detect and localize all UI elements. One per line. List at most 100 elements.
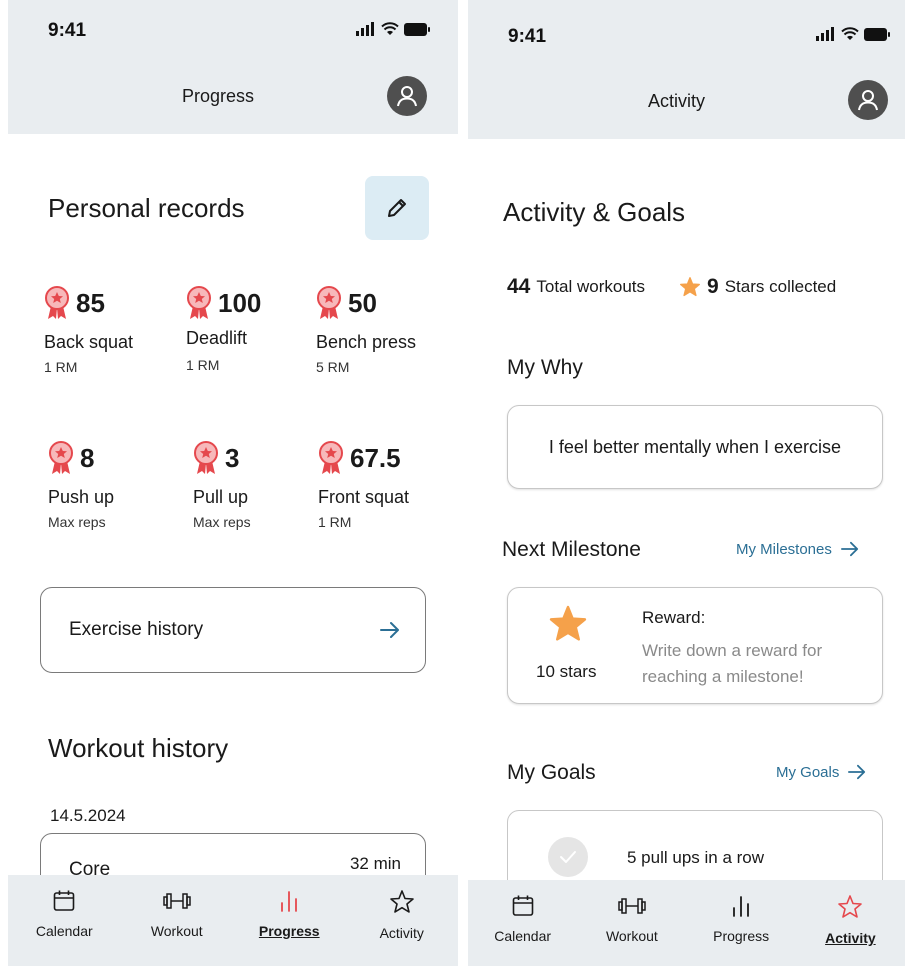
star-outline-icon: [389, 890, 414, 913]
status-time: 9:41: [48, 20, 87, 41]
activity-screen: 9:41 Activity Activity & Goals 44 Total …: [468, 0, 905, 966]
record-unit: Max reps: [48, 514, 106, 530]
battery-icon: [864, 27, 890, 41]
stats-row: 44 Total workouts 9 Stars collected: [507, 275, 905, 299]
nav-label: Activity: [379, 925, 424, 941]
record-deadlift: 100 Deadlift 1 RM: [186, 286, 326, 373]
page-title: Activity: [647, 91, 705, 111]
nav-progress[interactable]: Progress: [233, 875, 346, 966]
activity-goals-title: Activity & Goals: [503, 197, 686, 227]
my-milestones-link[interactable]: My Milestones: [736, 540, 860, 558]
record-name: Deadlift: [186, 328, 248, 348]
activity-header: 9:41 Activity: [468, 0, 905, 139]
nav-progress[interactable]: Progress: [687, 880, 796, 966]
dumbbell-icon: [618, 898, 646, 914]
battery-icon: [404, 22, 430, 36]
record-front-squat: 67.5 Front squat 1 RM: [318, 441, 458, 530]
award-ribbon-icon: [45, 286, 69, 319]
nav-label: Activity: [825, 930, 876, 946]
nav-activity[interactable]: Activity: [346, 875, 459, 966]
award-ribbon-icon: [317, 286, 341, 319]
record-back-squat: 85 Back squat 1 RM: [44, 286, 184, 375]
award-ribbon-icon: [187, 286, 211, 319]
record-value: 67.5: [350, 442, 401, 473]
stars-label: Stars collected: [724, 277, 837, 296]
goal-text: 5 pull ups in a row: [627, 848, 765, 867]
goal-checkbox[interactable]: [548, 837, 588, 877]
history-date: 14.5.2024: [50, 806, 126, 825]
milestone-card[interactable]: 10 stars Reward: Write down a reward for…: [507, 587, 883, 704]
calendar-icon: [53, 890, 75, 911]
arrow-right-icon: [848, 764, 866, 780]
my-goals-label: My Goals: [776, 763, 840, 781]
record-unit: 1 RM: [44, 359, 78, 375]
progress-screen: 9:41 Progress Personal records 85 Back s…: [8, 0, 458, 966]
nav-label: Workout: [605, 928, 658, 944]
my-goals-title: My Goals: [507, 761, 596, 784]
signal-icon: [356, 22, 374, 36]
nav-label: Progress: [713, 928, 770, 944]
personal-records-title: Personal records: [48, 193, 245, 223]
edit-records-button[interactable]: [365, 176, 429, 240]
my-why-text: I feel better mentally when I exercise: [548, 436, 842, 457]
star-filled-icon: [680, 277, 701, 297]
nav-workout[interactable]: Workout: [577, 880, 686, 966]
user-icon: [397, 86, 417, 107]
record-unit: 1 RM: [186, 357, 220, 373]
signal-icon: [816, 27, 834, 41]
stars-value: 9: [707, 275, 719, 298]
workout-duration: 32 min: [349, 854, 401, 873]
nav-label: Progress: [258, 923, 320, 939]
award-ribbon-icon: [194, 441, 218, 474]
total-workouts-label: Total workouts: [536, 277, 646, 296]
my-milestones-label: My Milestones: [736, 540, 832, 558]
star-outline-icon: [838, 895, 863, 918]
record-name: Front squat: [318, 487, 410, 507]
my-goals-link[interactable]: My Goals: [776, 763, 867, 781]
user-icon: [858, 90, 878, 111]
nav-calendar[interactable]: Calendar: [8, 875, 121, 966]
my-why-title: My Why: [507, 356, 583, 379]
calendar-icon: [512, 895, 533, 916]
bar-chart-icon: [733, 896, 750, 917]
record-name: Bench press: [316, 332, 417, 352]
my-why-card[interactable]: I feel better mentally when I exercise: [507, 405, 883, 489]
bottom-nav: Calendar Workout Progress Activity: [468, 880, 905, 966]
record-unit: 5 RM: [316, 359, 350, 375]
milestone-stars: 10 stars: [536, 662, 597, 681]
nav-activity[interactable]: Activity: [796, 880, 905, 966]
next-milestone-title: Next Milestone: [502, 538, 641, 561]
record-push-up: 8 Push up Max reps: [48, 441, 188, 530]
arrow-right-icon: [840, 541, 858, 557]
exercise-history-label: Exercise history: [69, 619, 204, 640]
wifi-icon: [841, 27, 859, 40]
record-value: 85: [76, 287, 105, 318]
record-value: 50: [348, 287, 377, 318]
record-value: 100: [218, 287, 262, 318]
status-icons: [356, 22, 430, 36]
progress-header: 9:41 Progress: [8, 0, 458, 134]
nav-calendar[interactable]: Calendar: [468, 880, 577, 966]
record-bench-press: 50 Bench press 5 RM: [316, 286, 456, 375]
nav-label: Calendar: [494, 928, 552, 944]
status-icons: [816, 27, 890, 41]
avatar[interactable]: [387, 76, 427, 116]
bar-chart-icon: [281, 891, 298, 912]
record-pull-up: 3 Pull up Max reps: [193, 441, 333, 530]
star-filled-icon: [549, 605, 587, 641]
award-ribbon-icon: [319, 441, 343, 474]
nav-label: Workout: [150, 923, 203, 939]
avatar[interactable]: [848, 80, 888, 120]
nav-workout[interactable]: Workout: [121, 875, 234, 966]
workout-history-title: Workout history: [48, 733, 229, 763]
check-icon: [560, 851, 576, 863]
exercise-history-button[interactable]: Exercise history: [40, 587, 426, 673]
reward-text: Write down a reward for reaching a miles…: [642, 641, 823, 686]
nav-label: Calendar: [35, 923, 93, 939]
record-unit: 1 RM: [318, 514, 352, 530]
record-name: Pull up: [193, 487, 249, 507]
record-name: Push up: [48, 487, 115, 507]
total-workouts-value: 44: [507, 275, 531, 298]
bottom-nav: Calendar Workout Progress Activity: [8, 875, 458, 966]
record-unit: Max reps: [193, 514, 251, 530]
